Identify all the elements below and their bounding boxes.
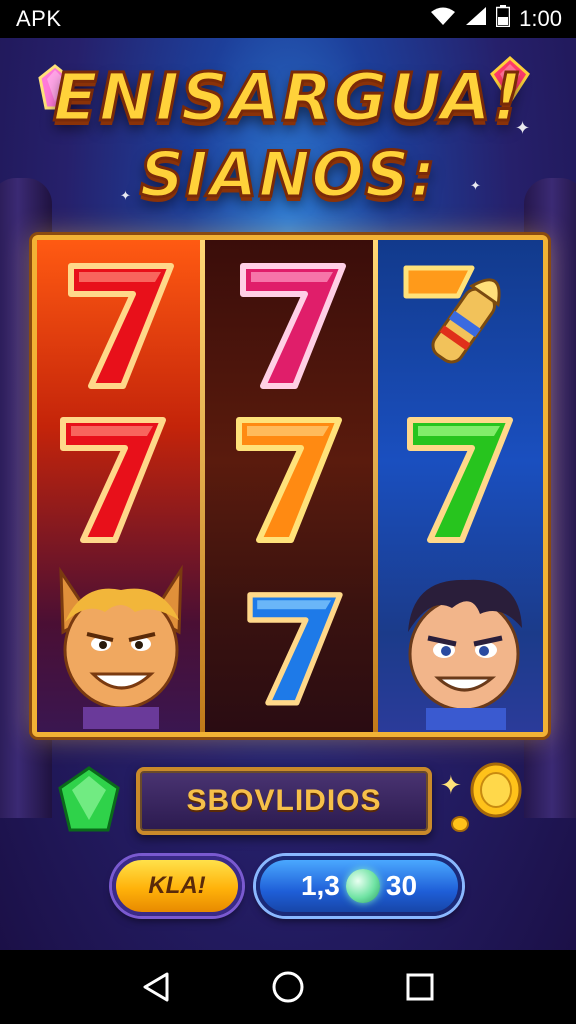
signal-icon bbox=[465, 6, 487, 32]
green-seven-symbol bbox=[400, 408, 520, 548]
balance-right-value: 30 bbox=[385, 870, 418, 901]
wifi-icon bbox=[430, 6, 456, 32]
home-icon[interactable] bbox=[268, 967, 308, 1007]
reel-3[interactable] bbox=[378, 240, 543, 732]
navigation-bar bbox=[0, 950, 576, 1024]
reel-frame bbox=[32, 235, 548, 737]
status-icons: 1:00 bbox=[430, 5, 562, 33]
recents-icon[interactable] bbox=[400, 967, 440, 1007]
rocket-seven-symbol bbox=[402, 258, 512, 388]
orange-seven-symbol bbox=[229, 408, 349, 548]
slot-game: ✦ ✦ ✦ ENISARGUA! SIANOS: SBOVLIDIOS ✦ KL… bbox=[0, 38, 576, 950]
balance-button[interactable]: 1,3 30 bbox=[256, 856, 462, 916]
spin-button-label: KLA! bbox=[148, 872, 206, 899]
green-gem-icon bbox=[56, 766, 122, 841]
boy-character-symbol bbox=[382, 558, 537, 730]
clock: 1:00 bbox=[519, 6, 562, 31]
cat-character-symbol bbox=[43, 562, 193, 729]
red-seven-symbol bbox=[53, 408, 173, 548]
status-bar: APK 1:00 bbox=[0, 0, 576, 38]
spin-button[interactable]: KLA! bbox=[112, 856, 242, 916]
balance-left-value: 1,3 bbox=[300, 870, 340, 901]
app-label: APK bbox=[16, 6, 62, 31]
svg-text:✦: ✦ bbox=[440, 771, 462, 801]
reel-1[interactable] bbox=[37, 240, 200, 732]
game-title-line1: ENISARGUA! bbox=[51, 58, 524, 138]
battery-icon bbox=[495, 5, 511, 33]
game-title-line2: SIANOS: bbox=[138, 137, 437, 213]
blue-seven-symbol bbox=[241, 584, 349, 710]
reel-2[interactable] bbox=[205, 240, 373, 732]
message-text: SBOVLIDIOS bbox=[186, 784, 382, 817]
pink-seven-symbol bbox=[233, 254, 353, 394]
green-orb-icon bbox=[345, 869, 380, 903]
red-seven-symbol bbox=[61, 254, 181, 394]
back-icon[interactable] bbox=[136, 967, 176, 1007]
gold-coin-icon: ✦ bbox=[438, 760, 524, 839]
message-box: SBOVLIDIOS bbox=[136, 767, 432, 835]
